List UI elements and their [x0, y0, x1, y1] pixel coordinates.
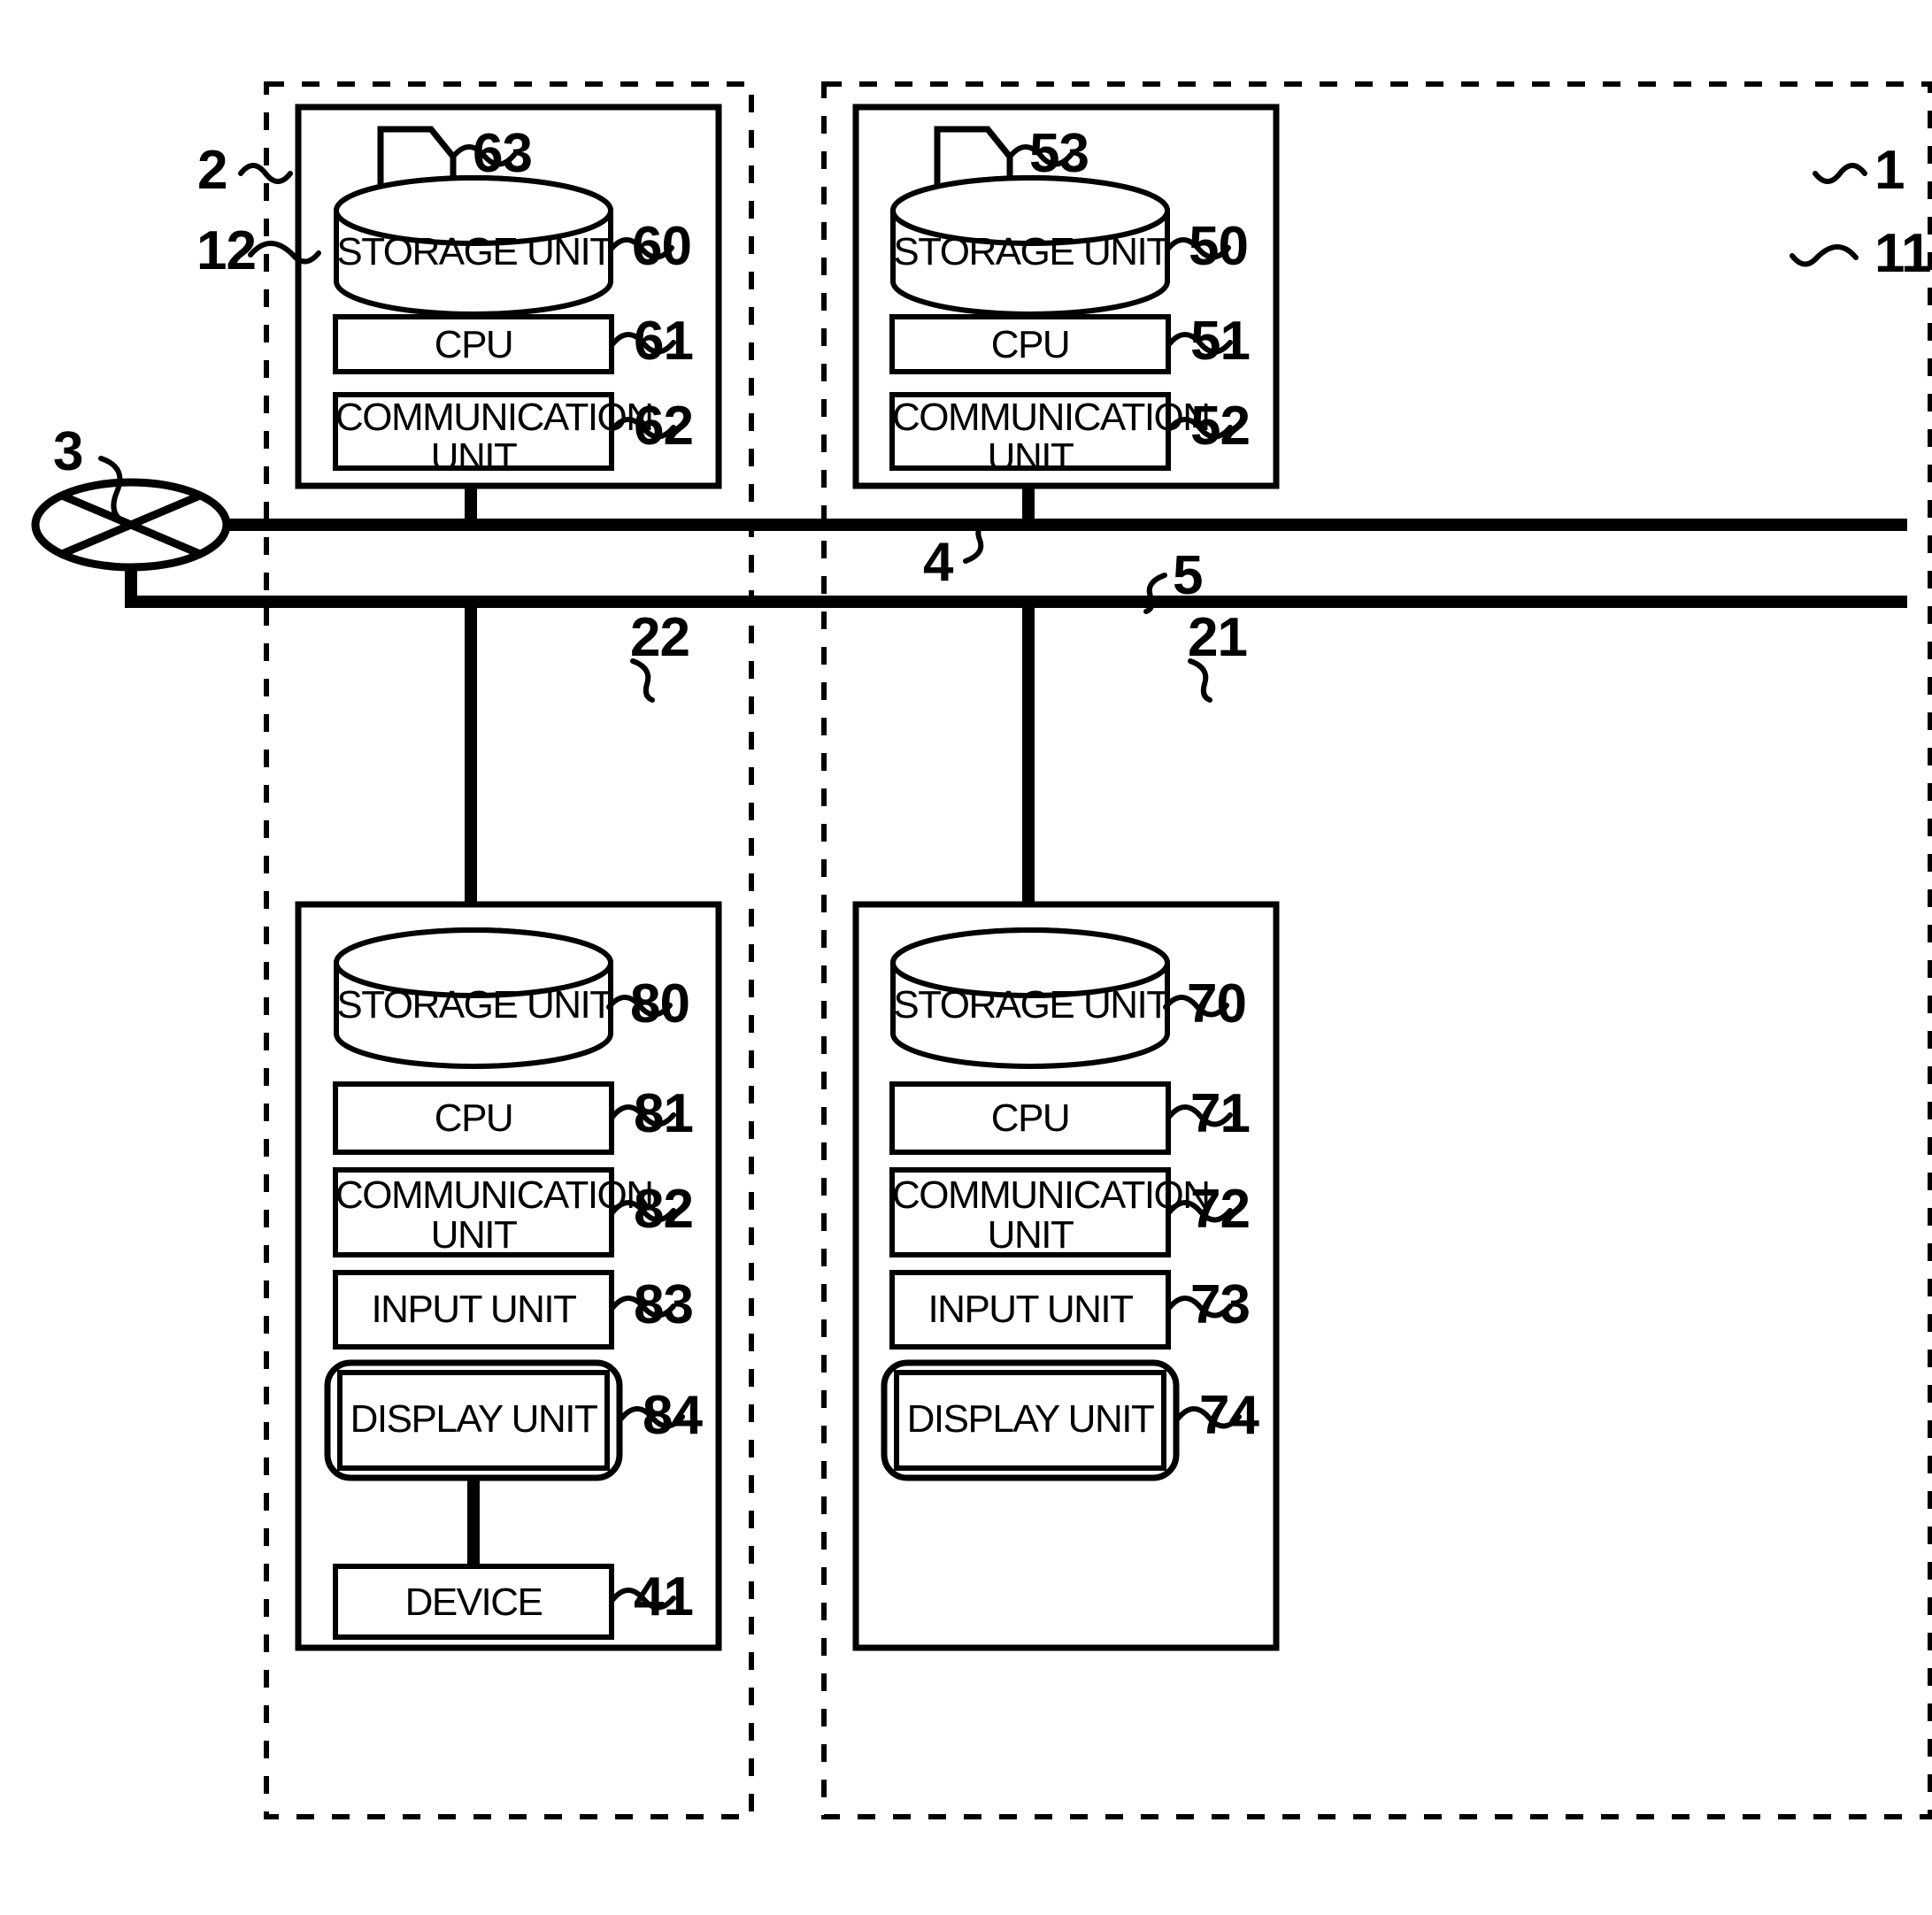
ref-comm-right: 52 — [1190, 396, 1251, 457]
ref-storage-right: 50 — [1189, 216, 1249, 277]
diagram-vector-layer — [31, 81, 1932, 1819]
comm-line-2: UNIT — [987, 1212, 1074, 1257]
comm-line-1: COMMUNICATION — [335, 396, 654, 439]
ref-cpu-right-terminal: 71 — [1190, 1083, 1251, 1144]
ref-input-left-terminal: 83 — [634, 1274, 694, 1335]
display-unit-label-right-terminal: DISPLAY UNIT — [906, 1397, 1155, 1441]
ref-storage-right-terminal: 70 — [1187, 973, 1247, 1034]
ref-network-switch: 3 — [53, 421, 83, 482]
ref-storage-left: 60 — [632, 216, 692, 277]
communication-unit-label-right-terminal: COMMUNICATION UNIT — [892, 1175, 1211, 1257]
ref-cpu-left-terminal: 81 — [634, 1083, 694, 1144]
ref-display-left-terminal: 84 — [643, 1385, 703, 1446]
communication-unit-label-left-terminal: COMMUNICATION UNIT — [335, 1175, 654, 1257]
ref-cpu-right: 51 — [1190, 311, 1251, 372]
ref-comm-left-terminal: 82 — [634, 1179, 694, 1240]
input-unit-label-right-terminal: INPUT UNIT — [928, 1288, 1134, 1331]
figure-canvas: STORAGE UNIT CPU COMMUNICATION UNIT STOR… — [0, 0, 1932, 1915]
storage-unit-label-right-terminal: STORAGE UNIT — [893, 983, 1170, 1027]
display-unit-label-left-terminal: DISPLAY UNIT — [350, 1397, 598, 1441]
comm-line-2: UNIT — [430, 1212, 518, 1257]
ref-bus-upper: 4 — [923, 532, 953, 593]
ref-input-right-terminal: 73 — [1190, 1274, 1251, 1335]
cpu-label-right-server: CPU — [990, 323, 1071, 366]
comm-line-2: UNIT — [430, 435, 518, 479]
ref-comm-left: 62 — [634, 396, 694, 457]
cpu-label-left-terminal: CPU — [434, 1096, 514, 1140]
comm-line-2: UNIT — [987, 435, 1074, 479]
storage-unit-label-left-terminal: STORAGE UNIT — [336, 983, 613, 1027]
storage-unit-label-left-server: STORAGE UNIT — [336, 230, 613, 273]
comm-line-1: COMMUNICATION — [892, 396, 1211, 439]
device-label-left-terminal: DEVICE — [404, 1580, 543, 1624]
ref-file-left: 63 — [473, 123, 533, 184]
cpu-label-left-server: CPU — [434, 323, 514, 366]
ref-server-right: 11 — [1874, 223, 1932, 284]
comm-line-1: COMMUNICATION — [892, 1173, 1211, 1217]
ref-display-right-terminal: 74 — [1199, 1385, 1259, 1446]
ref-domain-left: 2 — [197, 140, 227, 201]
cpu-label-right-terminal: CPU — [990, 1096, 1071, 1140]
ref-terminal-right: 21 — [1188, 607, 1248, 668]
ref-file-right: 53 — [1029, 123, 1089, 184]
ref-bus-lower: 5 — [1173, 545, 1203, 606]
comm-line-1: COMMUNICATION — [335, 1173, 654, 1217]
ref-storage-left-terminal: 80 — [630, 973, 690, 1034]
input-unit-label-left-terminal: INPUT UNIT — [371, 1288, 577, 1331]
ref-domain-right: 1 — [1874, 140, 1905, 201]
ref-device-left-terminal: 41 — [634, 1566, 694, 1627]
communication-unit-label-left-server: COMMUNICATION UNIT — [335, 397, 654, 479]
ref-comm-right-terminal: 72 — [1190, 1179, 1251, 1240]
storage-unit-label-right-server: STORAGE UNIT — [893, 230, 1170, 273]
communication-unit-label-right-server: COMMUNICATION UNIT — [892, 397, 1211, 479]
leader-server-right — [1790, 244, 1859, 267]
ref-server-left: 12 — [196, 220, 257, 281]
ref-cpu-left: 61 — [634, 311, 694, 372]
leader-domain-right — [1813, 163, 1867, 184]
ref-terminal-left: 22 — [630, 607, 690, 668]
network-switch-icon — [31, 478, 231, 572]
leader-domain-left — [238, 163, 293, 184]
